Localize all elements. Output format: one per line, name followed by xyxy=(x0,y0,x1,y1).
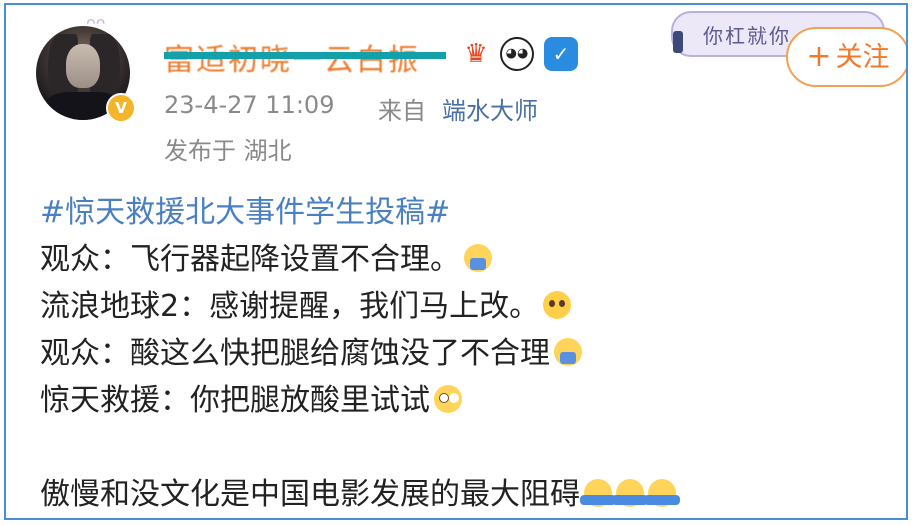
hashtag-link[interactable]: #惊天救援北大事件学生投稿# xyxy=(40,195,450,230)
bottle-icon xyxy=(673,31,683,53)
eye-roll-emoji-icon xyxy=(434,385,462,413)
plus-icon: + xyxy=(806,39,832,74)
follow-button[interactable]: + 关注 xyxy=(786,27,906,87)
post-timestamp[interactable]: 23-4-27 11:09 xyxy=(164,91,334,119)
post-line: 观众：酸这么快把腿给腐蚀没了不合理 xyxy=(40,330,900,377)
source-link[interactable]: 端水大师 xyxy=(442,91,538,126)
post-line-text: 流浪地球2：感谢提醒，我们马上改。 xyxy=(40,289,540,324)
post-line: 流浪地球2：感谢提醒，我们马上改。 xyxy=(40,283,900,330)
decoration-text: 你杠就你 xyxy=(703,24,791,48)
pleading-face-emoji-icon xyxy=(543,291,572,319)
shield-icon[interactable]: ✓ xyxy=(544,37,578,71)
weibo-post-card: ᴖᴖ V 富适初晓一云白振 ♛ ◕◕ ✓ 你杠就你 + 关注 23-4-27 11… xyxy=(4,3,908,520)
shrug-emoji-icon xyxy=(612,479,648,507)
verified-v-icon: V xyxy=(106,93,136,123)
shrug-emoji-icon xyxy=(580,479,616,507)
post-body: #惊天救援北大事件学生投稿# 观众：飞行器起降设置不合理。 流浪地球2：感谢提醒… xyxy=(40,189,900,518)
post-line: 观众：飞行器起降设置不合理。 xyxy=(40,236,900,283)
post-line-text: 观众：酸这么快把腿给腐蚀没了不合理 xyxy=(40,336,550,371)
post-location: 发布于 湖北 xyxy=(164,137,292,165)
raising-hand-emoji-icon xyxy=(554,338,582,366)
post-line: #惊天救援北大事件学生投稿# xyxy=(40,189,900,236)
username-block[interactable]: 富适初晓一云白振 xyxy=(164,35,446,78)
shrug-emoji-icon xyxy=(644,479,680,507)
post-line: 傲慢和没文化是中国电影发展的最大阻碍 xyxy=(40,471,900,518)
post-line-text: 傲慢和没文化是中国电影发展的最大阻碍 xyxy=(40,477,580,512)
redaction-bar xyxy=(164,52,446,59)
crown-icon[interactable]: ♛ xyxy=(459,37,493,71)
avatar-frame-decoration-icon: ᴖᴖ xyxy=(86,13,106,32)
avatar-face xyxy=(66,44,100,88)
follow-button-label: 关注 xyxy=(835,42,890,73)
raising-hand-emoji-icon xyxy=(464,244,492,272)
post-line: 惊天救援：你把腿放酸里试试 xyxy=(40,377,900,424)
post-line-text: 观众：飞行器起降设置不合理。 xyxy=(40,242,460,277)
source-label: 来自 xyxy=(378,97,426,125)
post-line-text: 惊天救援：你把腿放酸里试试 xyxy=(40,383,430,418)
panda-icon[interactable]: ◕◕ xyxy=(500,37,534,71)
